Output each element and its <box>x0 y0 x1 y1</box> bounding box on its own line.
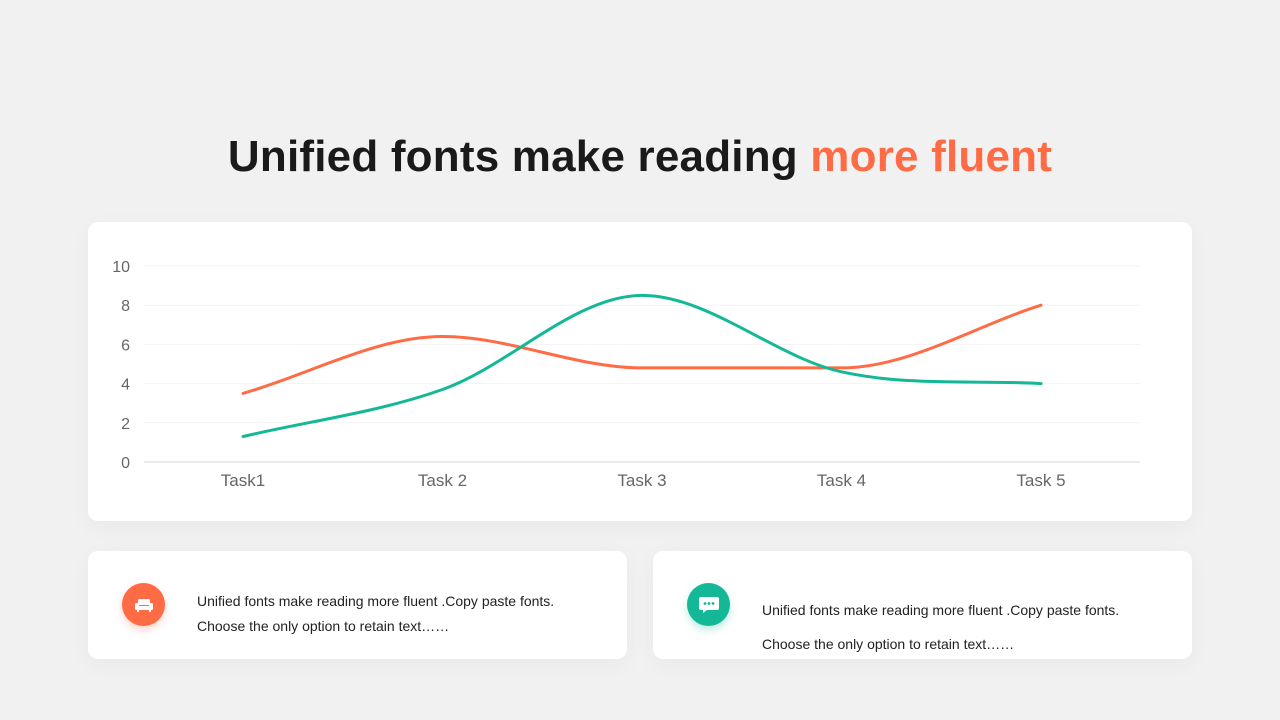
info-text-1-line1: Unified fonts make reading more fluent .… <box>197 593 555 609</box>
sofa-icon-circle <box>122 583 165 626</box>
chart-card: 0 2 4 6 8 10 Task1 Task 2 Task 3 Task 4 Task 5 <box>88 222 1192 521</box>
y-tick-label: 4 <box>121 377 130 394</box>
info-text-1-line2: Choose the only option to retain text…… <box>197 618 450 634</box>
y-tick-label: 0 <box>121 455 130 472</box>
title-accent: more fluent <box>810 132 1053 181</box>
x-tick-label: Task 2 <box>418 471 467 490</box>
y-tick-label: 2 <box>121 416 130 433</box>
x-tick-label: Task 4 <box>817 471 866 490</box>
line-chart: 0 2 4 6 8 10 Task1 Task 2 Task 3 Task 4 Task 5 <box>112 259 1140 490</box>
chat-icon-circle <box>687 583 730 626</box>
series-line-2 <box>241 293 1043 439</box>
y-tick-label: 6 <box>121 337 130 354</box>
x-tick-label: Task1 <box>221 471 265 490</box>
page-title: Unified fonts make reading more fluent <box>0 131 1280 183</box>
chat-bubble-icon <box>698 596 719 613</box>
title-main: Unified fonts make reading <box>227 132 811 181</box>
info-text-2-line1: Unified fonts make reading more fluent .… <box>762 602 1120 618</box>
info-card-1: Unified fonts make reading more fluent .… <box>88 551 627 659</box>
info-text-2: Unified fonts make reading more fluent .… <box>762 593 1162 661</box>
sofa-icon <box>134 598 153 612</box>
info-card-2: Unified fonts make reading more fluent .… <box>653 551 1192 659</box>
info-text-1: Unified fonts make reading more fluent .… <box>197 589 597 639</box>
x-tick-label: Task 5 <box>1016 471 1065 490</box>
y-tick-label: 8 <box>121 298 130 315</box>
y-tick-label: 10 <box>112 259 130 276</box>
x-tick-label: Task 3 <box>617 471 666 490</box>
info-text-2-line2: Choose the only option to retain text…… <box>762 636 1015 652</box>
